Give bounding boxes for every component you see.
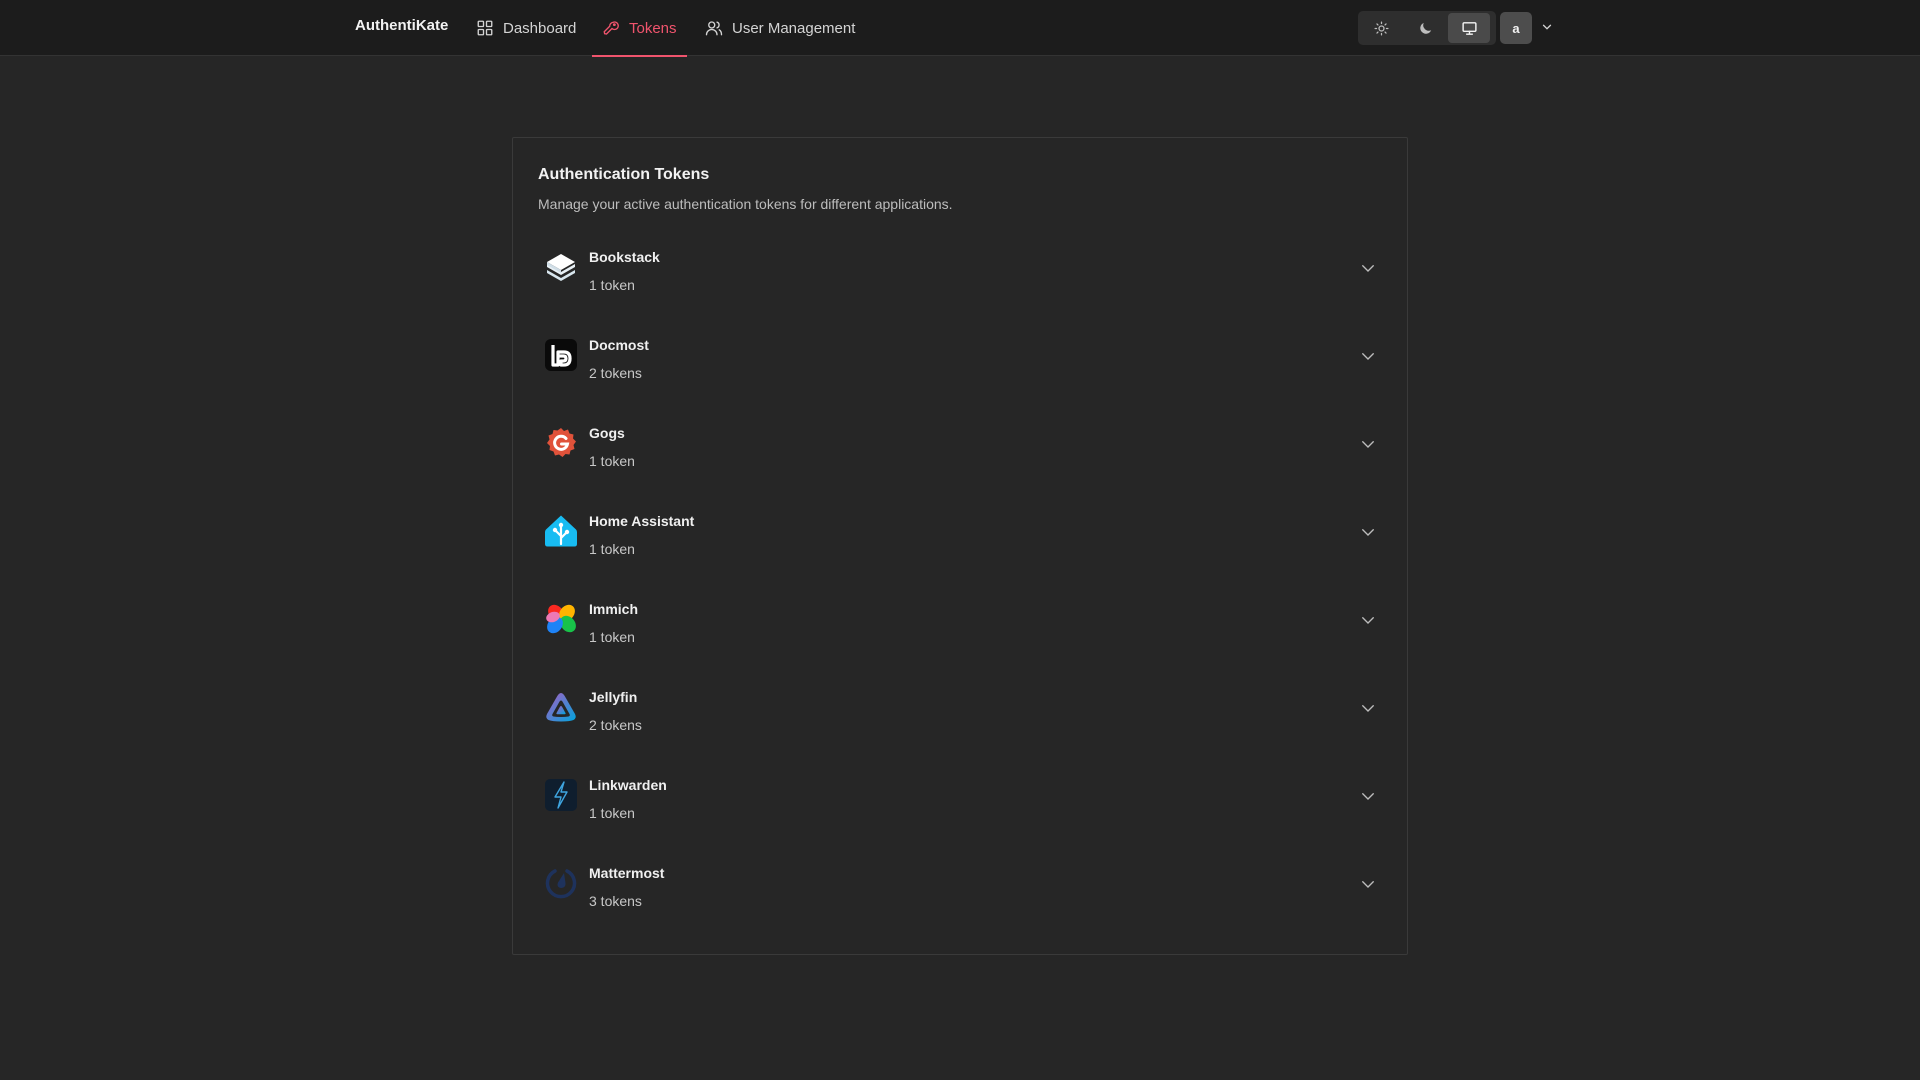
app-name: Linkwarden bbox=[589, 777, 667, 793]
chevron-down-icon[interactable] bbox=[1359, 699, 1377, 717]
app-row-jellyfin[interactable]: Jellyfin 2 tokens bbox=[513, 666, 1407, 754]
bookstack-icon bbox=[544, 250, 578, 284]
jellyfin-icon bbox=[544, 690, 578, 724]
app-row-linkwarden[interactable]: Linkwarden 1 token bbox=[513, 754, 1407, 842]
app-token-count: 1 token bbox=[589, 629, 635, 645]
immich-icon bbox=[544, 602, 578, 636]
monitor-icon bbox=[1461, 21, 1477, 35]
theme-dark-button[interactable] bbox=[1404, 13, 1446, 43]
app-row-immich[interactable]: Immich 1 token bbox=[513, 578, 1407, 666]
app-row-home-assistant[interactable]: Home Assistant 1 token bbox=[513, 490, 1407, 578]
nav-item-user-management[interactable]: User Management bbox=[695, 0, 865, 56]
nav-item-label: Tokens bbox=[629, 19, 677, 37]
home-assistant-icon bbox=[544, 514, 578, 548]
chevron-down-icon[interactable] bbox=[1359, 347, 1377, 365]
app-token-count: 1 token bbox=[589, 805, 635, 821]
linkwarden-icon bbox=[544, 778, 578, 812]
grid-icon bbox=[477, 20, 493, 36]
app-token-count: 2 tokens bbox=[589, 717, 642, 733]
app-token-count: 3 tokens bbox=[589, 893, 642, 909]
app-name: Mattermost bbox=[589, 865, 665, 881]
app-row-mattermost[interactable]: Mattermost 3 tokens bbox=[513, 842, 1407, 930]
user-avatar[interactable]: a bbox=[1500, 12, 1532, 44]
chevron-down-icon[interactable] bbox=[1359, 523, 1377, 541]
key-icon bbox=[603, 21, 619, 35]
card-title: Authentication Tokens bbox=[538, 166, 710, 183]
chevron-down-icon[interactable] bbox=[1359, 259, 1377, 277]
nav-item-dashboard[interactable]: Dashboard bbox=[466, 0, 586, 56]
app-name: Home Assistant bbox=[589, 513, 695, 529]
nav-item-tokens[interactable]: Tokens bbox=[592, 0, 687, 57]
app-name: Docmost bbox=[589, 337, 649, 353]
chevron-down-icon[interactable] bbox=[1359, 611, 1377, 629]
mattermost-icon bbox=[544, 866, 578, 900]
docmost-icon bbox=[544, 338, 578, 372]
app-name: Jellyfin bbox=[589, 689, 638, 705]
top-nav-bar: AuthentiKate Dashboard Tokens User Manag… bbox=[0, 0, 1920, 57]
chevron-down-icon[interactable] bbox=[1359, 435, 1377, 453]
app-row-docmost[interactable]: Docmost 2 tokens bbox=[513, 314, 1407, 402]
chevron-down-icon[interactable] bbox=[1359, 875, 1377, 893]
app-token-count: 1 token bbox=[589, 541, 635, 557]
app-token-list: Bookstack 1 token Docmost 2 tokens Gogs … bbox=[513, 226, 1407, 930]
theme-light-button[interactable] bbox=[1360, 13, 1402, 43]
brand-logo-text[interactable]: AuthentiKate bbox=[355, 17, 448, 34]
app-token-count: 2 tokens bbox=[589, 365, 642, 381]
app-name: Immich bbox=[589, 601, 639, 617]
theme-switcher bbox=[1358, 11, 1496, 45]
chevron-down-icon[interactable] bbox=[1359, 787, 1377, 805]
app-token-count: 1 token bbox=[589, 453, 635, 469]
chevron-down-icon[interactable] bbox=[1540, 20, 1554, 34]
app-name: Bookstack bbox=[589, 249, 660, 265]
app-name: Gogs bbox=[589, 425, 625, 441]
app-token-count: 1 token bbox=[589, 277, 635, 293]
nav-item-label: User Management bbox=[732, 19, 856, 37]
app-row-bookstack[interactable]: Bookstack 1 token bbox=[513, 226, 1407, 314]
nav-item-label: Dashboard bbox=[503, 19, 577, 37]
moon-icon bbox=[1419, 22, 1431, 34]
users-icon bbox=[705, 21, 723, 36]
gogs-icon bbox=[544, 426, 578, 460]
sun-icon bbox=[1373, 20, 1389, 36]
card-description: Manage your active authentication tokens… bbox=[538, 196, 953, 212]
app-row-gogs[interactable]: Gogs 1 token bbox=[513, 402, 1407, 490]
theme-system-button[interactable] bbox=[1448, 13, 1490, 43]
tokens-card: Authentication Tokens Manage your active… bbox=[512, 137, 1408, 955]
